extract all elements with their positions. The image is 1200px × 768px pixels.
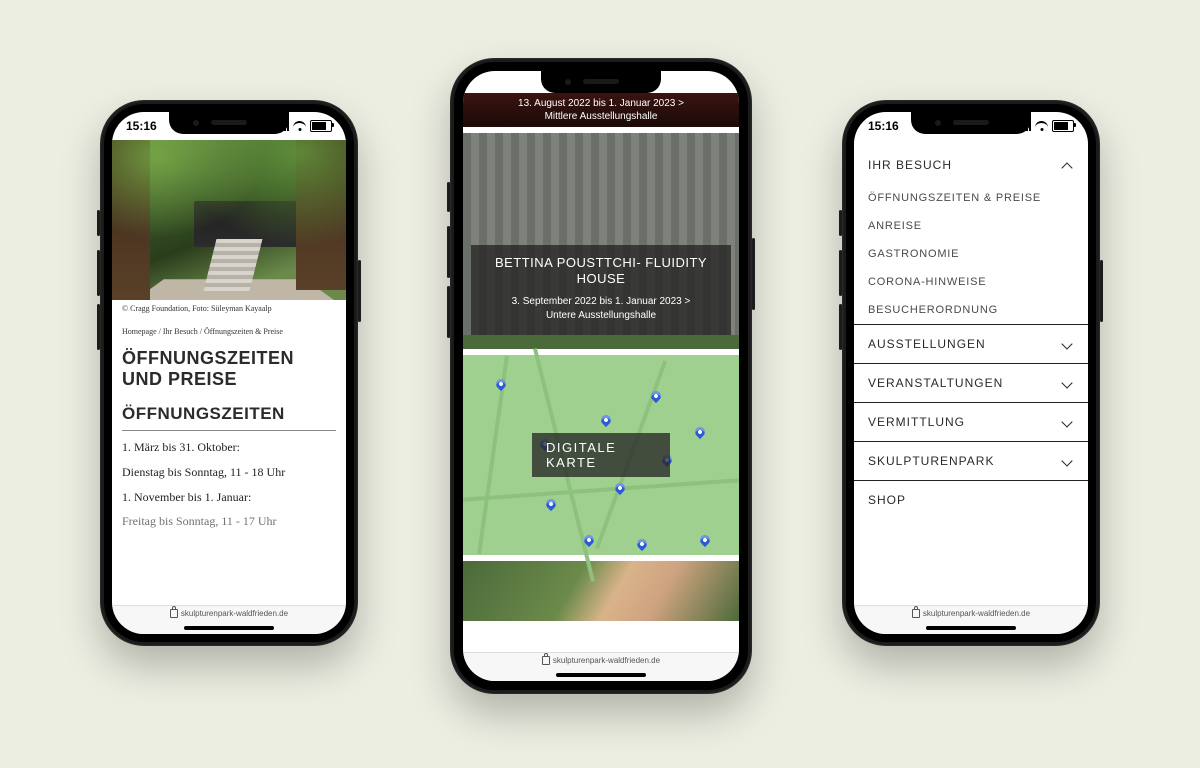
- home-indicator[interactable]: [926, 626, 1016, 630]
- submenu-item[interactable]: ANREISE: [854, 212, 1088, 240]
- submenu-item[interactable]: CORONA-HINWEISE: [854, 268, 1088, 296]
- page-content[interactable]: 13. August 2022 bis 1. Januar 2023 > Mit…: [463, 93, 739, 653]
- notch: [911, 112, 1031, 134]
- status-time: 15:16: [868, 119, 899, 133]
- menu-item-label: SKULPTURENPARK: [868, 454, 994, 468]
- map-label: DIGITALE KARTE: [532, 433, 670, 477]
- body-text: Freitag bis Sonntag, 11 - 17 Uhr: [122, 513, 336, 530]
- body-text: 1. März bis 31. Oktober:: [122, 439, 336, 456]
- map-pin-icon: [635, 537, 649, 551]
- chevron-down-icon: [1060, 376, 1074, 390]
- menu-item-label: VERMITTLUNG: [868, 415, 965, 429]
- phone-mockup-left: 15:16 © Cragg Foundation, Foto: Süleyman…: [100, 100, 358, 646]
- browser-chrome: skulpturenpark-waldfrieden.de: [463, 652, 739, 681]
- lock-icon: [170, 609, 178, 618]
- page-content[interactable]: © Cragg Foundation, Foto: Süleyman Kayaa…: [112, 140, 346, 606]
- browser-chrome: skulpturenpark-waldfrieden.de: [854, 605, 1088, 634]
- navigation-menu: IHR BESUCH ÖFFNUNGSZEITEN & PREISEANREISE…: [854, 140, 1088, 606]
- body-text: Dienstag bis Sonntag, 11 - 18 Uhr: [122, 464, 336, 481]
- chevron-down-icon: [1060, 454, 1074, 468]
- url-bar[interactable]: skulpturenpark-waldfrieden.de: [170, 609, 288, 618]
- phone-mockup-right: 15:16 IHR BESUCHÖFFNUNGSZEITEN & PREISEA…: [842, 100, 1100, 646]
- page-title: ÖFFNUNGSZEITEN UND PREISE: [122, 348, 336, 390]
- digital-map-card[interactable]: DIGITALE KARTE: [463, 355, 739, 555]
- submenu-item[interactable]: BESUCHERORDNUNG: [854, 296, 1088, 324]
- map-pin-icon: [599, 413, 613, 427]
- home-indicator[interactable]: [184, 626, 274, 630]
- map-pin-icon: [693, 425, 707, 439]
- url-bar[interactable]: skulpturenpark-waldfrieden.de: [912, 609, 1030, 618]
- home-indicator[interactable]: [556, 673, 646, 677]
- notch: [541, 71, 661, 93]
- map-pin-icon: [494, 377, 508, 391]
- lock-icon: [912, 609, 920, 618]
- exhibition-card-main[interactable]: BETTINA POUSTTCHI- FLUIDITY HOUSE 3. Sep…: [463, 133, 739, 349]
- chevron-down-icon: [1060, 415, 1074, 429]
- lock-icon: [542, 656, 550, 665]
- status-time: 15:16: [126, 119, 157, 133]
- wifi-icon: [293, 121, 306, 131]
- signal-icon: [671, 77, 682, 87]
- chevron-up-icon: [1060, 158, 1074, 172]
- next-card-preview[interactable]: [463, 561, 739, 621]
- menu-item[interactable]: SHOP: [854, 480, 1088, 519]
- battery-icon: [1052, 120, 1074, 132]
- map-pin-icon: [698, 533, 712, 547]
- menu-item-label: AUSSTELLUNGEN: [868, 337, 986, 351]
- menu-item-label: IHR BESUCH: [868, 158, 952, 172]
- wifi-icon: [686, 77, 699, 87]
- submenu-item[interactable]: GASTRONOMIE: [854, 240, 1088, 268]
- image-caption: © Cragg Foundation, Foto: Süleyman Kayaa…: [112, 300, 346, 313]
- menu-item[interactable]: VERMITTLUNG: [854, 402, 1088, 441]
- status-time: 15:15: [477, 75, 508, 89]
- hero-image: [112, 140, 346, 300]
- exhibition-card-top[interactable]: 13. August 2022 bis 1. Januar 2023 > Mit…: [463, 93, 739, 127]
- section-heading: ÖFFNUNGSZEITEN: [122, 404, 336, 424]
- menu-item-label: VERANSTALTUNGEN: [868, 376, 1003, 390]
- menu-item[interactable]: VERANSTALTUNGEN: [854, 363, 1088, 402]
- battery-icon: [310, 120, 332, 132]
- submenu-item[interactable]: ÖFFNUNGSZEITEN & PREISE: [854, 184, 1088, 212]
- notch: [169, 112, 289, 134]
- exhibition-title: BETTINA POUSTTCHI- FLUIDITY HOUSE: [477, 255, 725, 288]
- map-pin-icon: [544, 497, 558, 511]
- body-text: 1. November bis 1. Januar:: [122, 489, 336, 506]
- menu-item[interactable]: SKULPTURENPARK: [854, 441, 1088, 480]
- menu-item-label: SHOP: [868, 493, 906, 507]
- chevron-down-icon: [1060, 337, 1074, 351]
- url-bar[interactable]: skulpturenpark-waldfrieden.de: [542, 656, 660, 665]
- phone-mockup-center: 15:15 13. August 2022 bis 1. Januar 2023…: [450, 58, 752, 694]
- menu-item[interactable]: IHR BESUCH: [854, 146, 1088, 184]
- exhibition-subtitle: 3. September 2022 bis 1. Januar 2023 > U…: [477, 295, 725, 323]
- battery-icon: [703, 76, 725, 88]
- browser-chrome: skulpturenpark-waldfrieden.de: [112, 605, 346, 634]
- wifi-icon: [1035, 121, 1048, 131]
- menu-item[interactable]: AUSSTELLUNGEN: [854, 324, 1088, 363]
- breadcrumb[interactable]: Homepage / Ihr Besuch / Öffnungszeiten &…: [112, 313, 346, 338]
